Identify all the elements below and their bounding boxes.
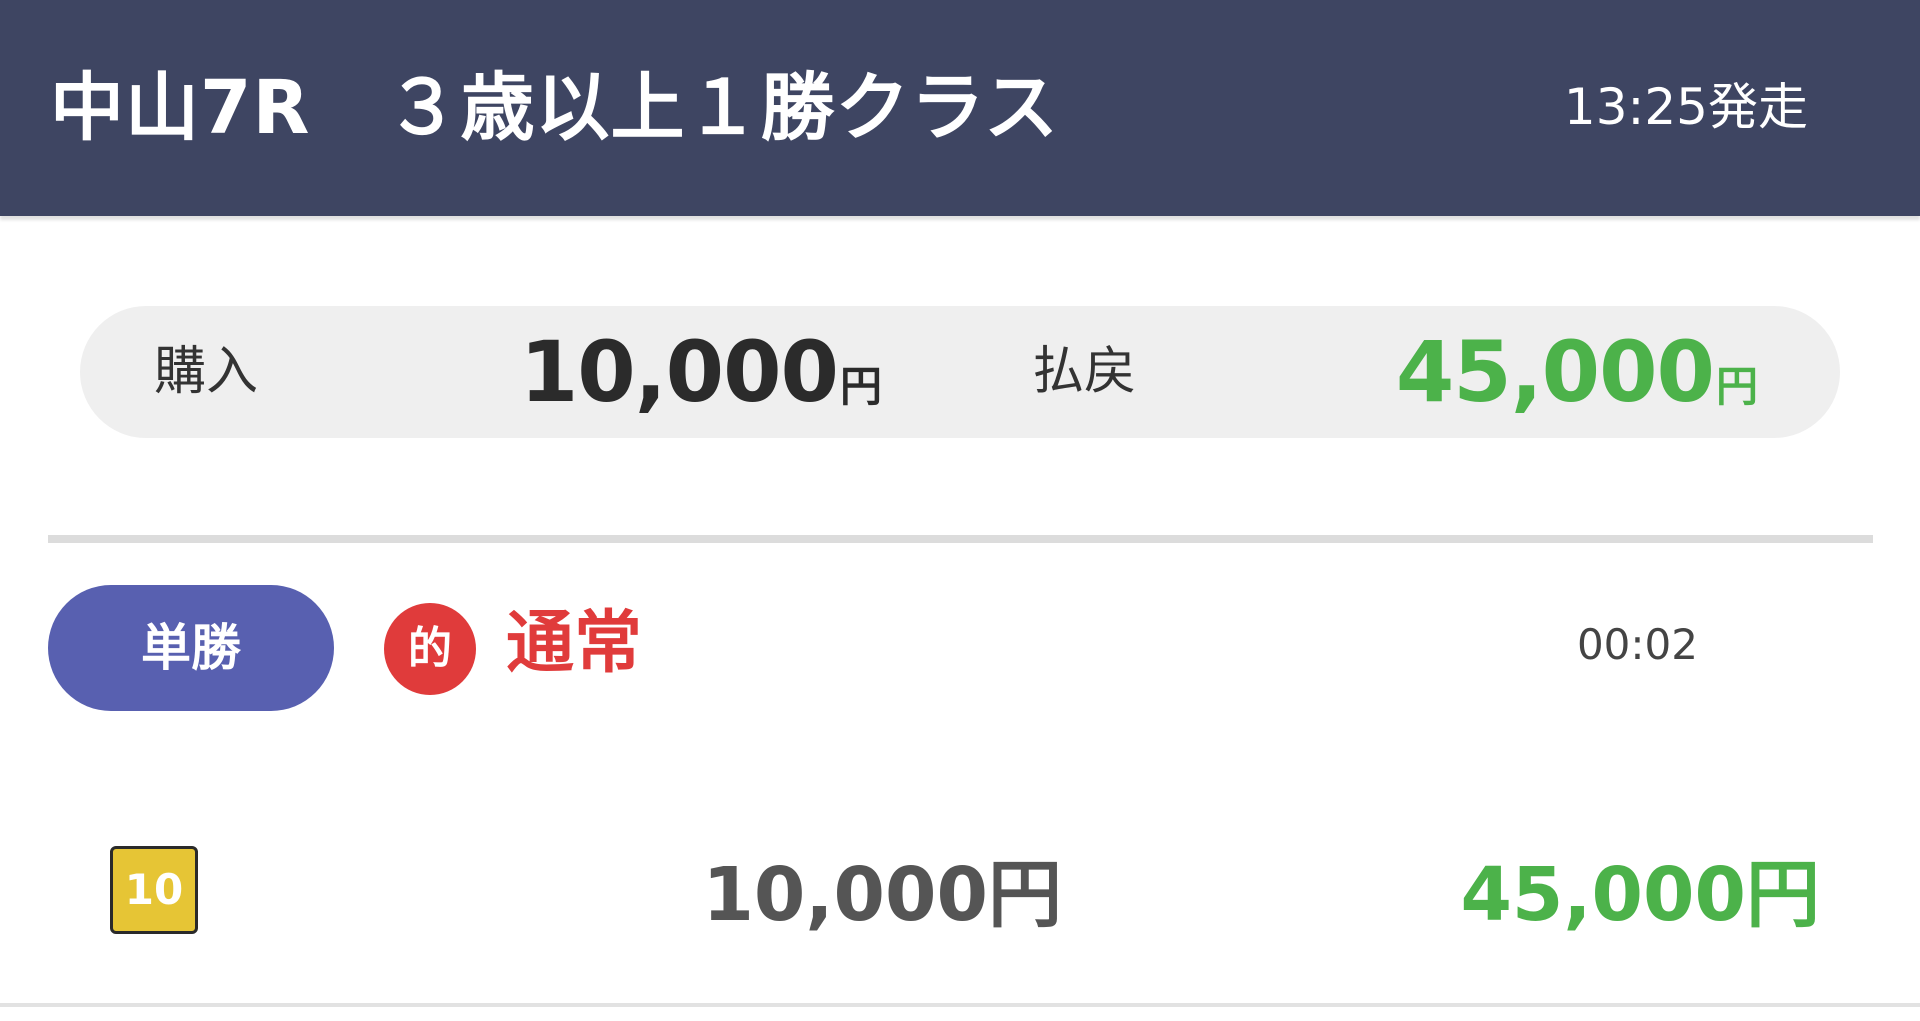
payout-unit: 円 [1715, 362, 1758, 411]
bet-payout-amount: 45,000円 [1460, 852, 1820, 938]
race-header: 中山7R ３歳以上１勝クラス 13:25発走 [0, 0, 1920, 216]
hit-icon: 的 [384, 603, 476, 695]
race-result-screen: 中山7R ３歳以上１勝クラス 13:25発走 購入 10,000円 払戻 45,… [0, 0, 1920, 1021]
bet-type-button[interactable]: 単勝 [48, 585, 334, 711]
purchase-label: 購入 [154, 342, 259, 402]
bet-stake-amount: 10,000円 [702, 852, 1062, 938]
start-time: 13:25発走 [1563, 78, 1808, 136]
bet-time: 00:02 [1576, 620, 1698, 669]
horse-number-badge: 10 [110, 846, 198, 934]
row-bottom-border [0, 1003, 1920, 1007]
section-divider [48, 535, 1873, 543]
bet-summary: 購入 10,000円 払戻 45,000円 [80, 306, 1840, 438]
race-title: 中山7R ３歳以上１勝クラス [50, 65, 1059, 151]
payout-amount-value: 45,000 [1395, 323, 1715, 421]
payout-label: 払戻 [1032, 342, 1137, 402]
payout-total: 45,000円 [1396, 306, 1758, 438]
purchase-unit: 円 [839, 362, 882, 411]
purchase-amount-value: 10,000 [519, 323, 839, 421]
bet-mode-label: 通常 [506, 604, 643, 683]
purchase-total: 10,000円 [520, 306, 882, 438]
